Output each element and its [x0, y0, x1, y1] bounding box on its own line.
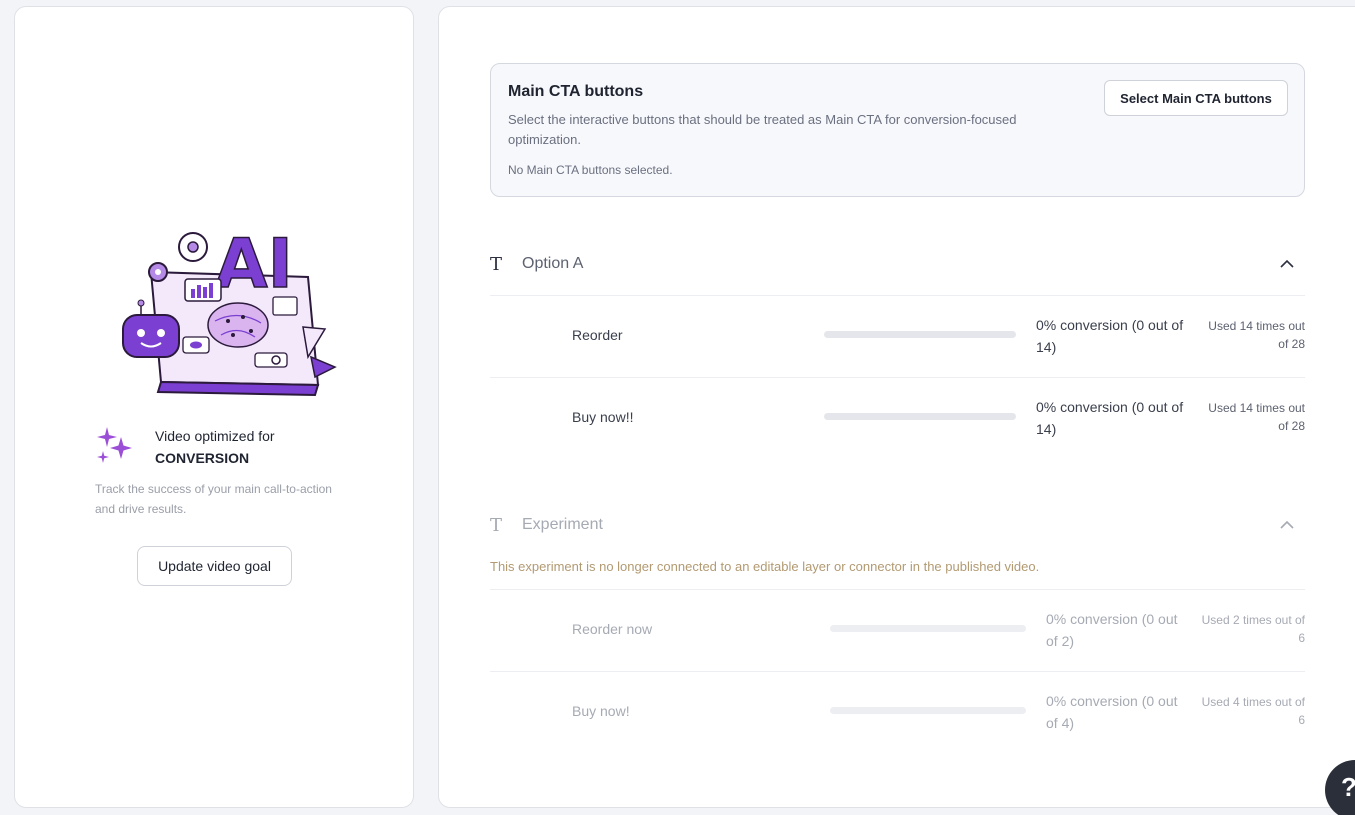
goal-panel: AI Video optimized for CONVERSION Track … — [14, 6, 414, 808]
section-title: Experiment — [522, 516, 603, 533]
conversion-progress-bar — [824, 331, 1016, 338]
goal-value: CONVERSION — [155, 450, 250, 466]
divider — [490, 671, 1305, 672]
conversion-text: 0% conversion (0 out of 4) — [1046, 693, 1178, 731]
chevron-up-icon[interactable] — [1277, 515, 1297, 535]
experiment-warning: This experiment is no longer connected t… — [490, 559, 1040, 574]
table-row: Reorder 0% conversion (0 out of 14) Used… — [490, 297, 1305, 377]
divider — [490, 377, 1305, 378]
usage-text: Used 14 times out of 28 — [1208, 319, 1305, 351]
goal-summary: Video optimized for CONVERSION — [95, 425, 275, 469]
conversion-text: 0% conversion (0 out of 14) — [1036, 399, 1184, 437]
section-title: Option A — [522, 255, 584, 272]
section-header-experiment[interactable]: T Experiment — [490, 507, 1305, 547]
ai-letters: AI — [215, 225, 293, 304]
sparkles-icon — [97, 427, 132, 463]
chevron-up-icon[interactable] — [1277, 254, 1297, 274]
divider — [490, 295, 1305, 296]
conversion-text: 0% conversion (0 out of 2) — [1046, 611, 1178, 649]
main-cta-status: No Main CTA buttons selected. — [508, 163, 673, 177]
table-row: Buy now! 0% conversion (0 out of 4) Used… — [490, 673, 1305, 753]
experiments-panel: Main CTA buttons Select the interactive … — [438, 6, 1355, 808]
usage-text: Used 14 times out of 28 — [1208, 401, 1305, 433]
goal-label: Video optimized for — [155, 428, 275, 444]
button-label: Reorder now — [572, 621, 653, 637]
divider — [490, 589, 1305, 590]
conversion-text: 0% conversion (0 out of 14) — [1036, 317, 1184, 355]
button-label: Buy now! — [572, 703, 630, 719]
button-label: Reorder — [572, 327, 623, 343]
main-cta-title: Main CTA buttons — [508, 83, 644, 100]
goal-description: Track the success of your main call-to-a… — [95, 482, 332, 516]
main-cta-card: Main CTA buttons Select the interactive … — [490, 63, 1305, 197]
text-type-icon: T — [490, 515, 503, 536]
usage-text: Used 2 times out of 6 — [1201, 613, 1305, 645]
table-row: Buy now!! 0% conversion (0 out of 14) Us… — [490, 379, 1305, 459]
help-icon: ? — [1341, 772, 1355, 803]
ai-illustration: AI — [122, 224, 337, 397]
usage-text: Used 4 times out of 6 — [1201, 695, 1305, 727]
button-label: Buy now!! — [572, 409, 634, 425]
table-row: Reorder now 0% conversion (0 out of 2) U… — [490, 591, 1305, 671]
main-cta-description: Select the interactive buttons that shou… — [508, 112, 1017, 147]
conversion-progress-bar — [824, 413, 1016, 420]
text-type-icon: T — [490, 254, 503, 275]
select-main-cta-button[interactable]: Select Main CTA buttons — [1104, 80, 1288, 116]
conversion-progress-bar — [830, 625, 1026, 632]
conversion-progress-bar — [830, 707, 1026, 714]
section-header-option-a[interactable]: T Option A — [490, 246, 1305, 286]
update-video-goal-button[interactable]: Update video goal — [137, 546, 292, 586]
